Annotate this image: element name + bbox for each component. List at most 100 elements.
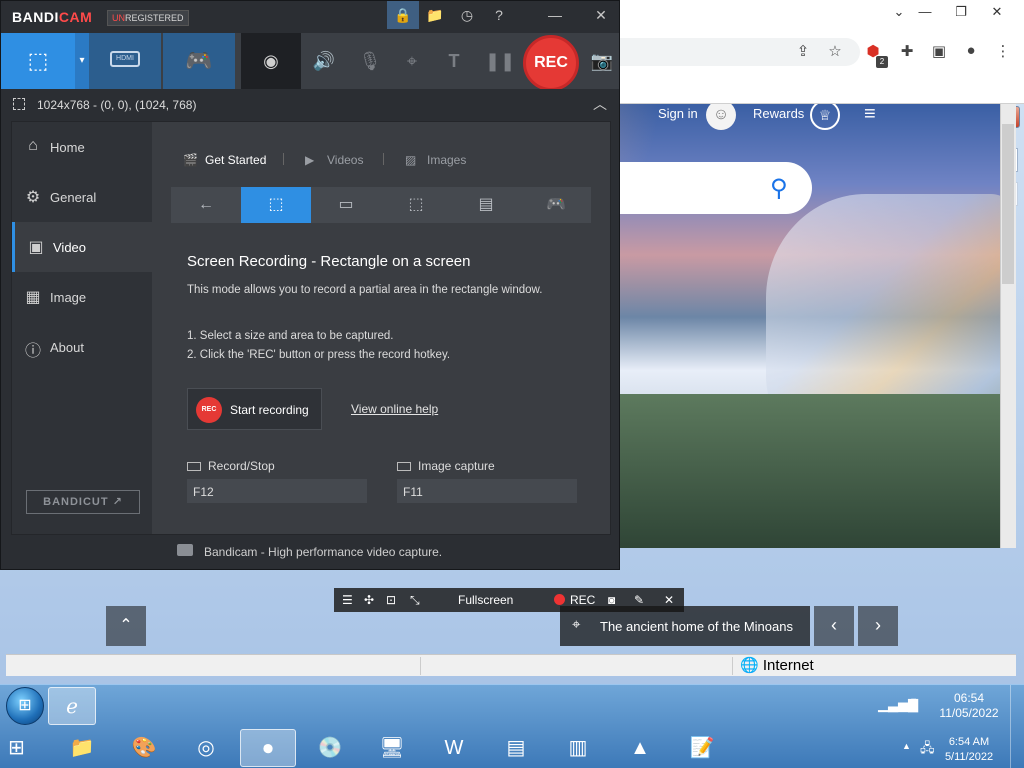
- capture-mode-label[interactable]: Fullscreen: [458, 593, 513, 607]
- rec-button[interactable]: REC: [523, 35, 579, 91]
- sidebar-item-label: Image: [50, 290, 87, 305]
- taskbar-control-panel-button[interactable]: 🖥: [364, 729, 420, 767]
- speaker-toggle[interactable]: 🔊: [307, 33, 341, 89]
- tab-images[interactable]: ▨ Images: [405, 153, 466, 167]
- chrome-close-button[interactable]: ✕: [982, 4, 1012, 20]
- around-mouse-mode-tab[interactable]: ⬚: [381, 187, 451, 223]
- user-avatar-icon[interactable]: ☺: [706, 104, 736, 130]
- image-capture-hotkey-field[interactable]: F11: [397, 479, 577, 503]
- sidebar-item-home[interactable]: ⌂ Home: [12, 122, 152, 172]
- game-mode-tab[interactable]: 🎮: [521, 187, 591, 223]
- close-icon[interactable]: ✕: [664, 593, 674, 607]
- pencil-icon[interactable]: ✎: [634, 593, 644, 607]
- taskbar-chrome-button[interactable]: ◎: [178, 729, 234, 767]
- collapse-chevron-icon[interactable]: ︿: [593, 94, 607, 114]
- device-mode-button[interactable]: HDMI: [89, 33, 161, 89]
- page-scrollbar[interactable]: [1000, 104, 1016, 548]
- text-overlay-toggle[interactable]: T: [439, 33, 469, 89]
- mini-rec-button[interactable]: REC: [570, 593, 595, 607]
- lock-icon[interactable]: 🔒: [387, 1, 419, 29]
- tray-clock-bottom[interactable]: 6:54 AM 5/11/2022: [934, 735, 1004, 765]
- microphone-toggle[interactable]: 🎙: [353, 33, 387, 89]
- bookmark-star-icon[interactable]: ☆: [824, 42, 846, 62]
- taskbar-explorer-button[interactable]: 📁: [54, 729, 110, 767]
- menu-icon[interactable]: ☰: [342, 593, 353, 607]
- record-stop-label: Record/Stop: [187, 459, 275, 473]
- show-desktop-button[interactable]: [1010, 685, 1024, 768]
- hdmi-icon: HDMI: [110, 51, 140, 67]
- previous-image-button[interactable]: ‹: [814, 606, 854, 646]
- taskbar-winrar-button[interactable]: ▥: [550, 729, 606, 767]
- taskbar-notepad-button[interactable]: 📝: [674, 729, 730, 767]
- start-button[interactable]: ⊞: [6, 687, 44, 725]
- back-arrow-button[interactable]: ←: [171, 187, 241, 223]
- folder-icon[interactable]: 📁: [419, 1, 451, 29]
- taskbar-bandicam-button[interactable]: ⏺: [240, 729, 296, 767]
- chrome-restore-button[interactable]: ❐: [946, 4, 976, 20]
- webcam-toggle[interactable]: ◉: [241, 33, 301, 89]
- device-mode-tab[interactable]: ▤: [451, 187, 521, 223]
- network-icon[interactable]: 🖧: [920, 739, 935, 761]
- clapper-icon: 🎬: [183, 153, 198, 167]
- start-recording-button[interactable]: REC Start recording: [187, 388, 322, 430]
- sidebar-item-general[interactable]: ⚙ General: [12, 172, 152, 222]
- close-icon[interactable]: ✕: [585, 1, 617, 29]
- side-panel-icon[interactable]: ▣: [928, 42, 950, 62]
- game-mode-button[interactable]: 🎮: [163, 33, 235, 89]
- mouse-click-toggle[interactable]: ⌖: [395, 33, 429, 89]
- scrollbar-thumb[interactable]: [1002, 124, 1014, 284]
- sign-in-link[interactable]: Sign in: [658, 106, 698, 121]
- scroll-up-button[interactable]: ⌃: [106, 606, 146, 646]
- tray-overflow-icon[interactable]: ▲: [902, 741, 911, 751]
- control-panel-icon: 🖥: [379, 737, 405, 759]
- bing-search-icon[interactable]: ⚲: [770, 174, 788, 203]
- select-window-icon[interactable]: ⊡: [386, 593, 396, 607]
- pause-button[interactable]: ❚❚: [485, 33, 515, 89]
- windows-flag-icon[interactable]: ⊞: [8, 735, 36, 761]
- bandicut-button[interactable]: BANDICUT ↗: [26, 490, 140, 514]
- taskbar-ie-button[interactable]: ℯ: [48, 687, 96, 725]
- rectangle-mode-button[interactable]: ⬚: [1, 33, 75, 89]
- region-select-icon[interactable]: [13, 98, 25, 110]
- rectangle-mode-tab[interactable]: ⬚: [241, 187, 311, 223]
- taskbar-vlc-button[interactable]: ▲: [612, 729, 668, 767]
- image-caption[interactable]: ⌖ The ancient home of the Minoans: [560, 606, 810, 646]
- help-icon[interactable]: ?: [483, 1, 515, 29]
- chrome-minimize-dash[interactable]: —: [910, 4, 940, 19]
- tray-clock-top[interactable]: 06:54 11/05/2022: [934, 691, 1004, 721]
- word-icon: W: [444, 737, 464, 759]
- sidebar-item-video[interactable]: ▣ Video: [12, 222, 152, 272]
- fullscreen-mode-tab[interactable]: ▭: [311, 187, 381, 223]
- chrome-menu-icon[interactable]: ⋮: [992, 42, 1014, 62]
- clock-icon[interactable]: ◷: [451, 1, 483, 29]
- sidebar-item-about[interactable]: ⓘ About: [12, 322, 152, 372]
- chat-bubble-icon: [177, 544, 193, 556]
- hamburger-menu-icon[interactable]: ≡: [864, 104, 876, 124]
- tab-get-started[interactable]: 🎬 Get Started: [183, 153, 266, 167]
- hdmi-icon: ▤: [478, 196, 494, 213]
- caption-text[interactable]: The ancient home of the Minoans: [600, 619, 793, 634]
- taskbar-dvd-button[interactable]: 💿: [302, 729, 358, 767]
- video-settings-icon: ▣: [28, 239, 44, 256]
- minimize-icon[interactable]: —: [539, 1, 571, 29]
- mode-dropdown-button[interactable]: ▾: [75, 33, 89, 89]
- profile-avatar-icon[interactable]: ●: [960, 42, 982, 62]
- rewards-trophy-icon[interactable]: ♕: [810, 104, 840, 130]
- tab-videos[interactable]: ▶ Videos: [305, 153, 363, 167]
- resize-icon[interactable]: ⤡: [410, 593, 420, 608]
- sidebar-item-image[interactable]: ▦ Image: [12, 272, 152, 322]
- unregistered-badge[interactable]: UNREGISTERED: [107, 10, 189, 26]
- taskbar-paint-button[interactable]: 🎨: [116, 729, 172, 767]
- battery-icon[interactable]: ▯: [910, 695, 917, 711]
- screenshot-button[interactable]: 📷: [587, 33, 617, 89]
- record-stop-hotkey-field[interactable]: F12: [187, 479, 367, 503]
- taskbar-powerpoint-button[interactable]: ▤: [488, 729, 544, 767]
- view-online-help-link[interactable]: View online help: [351, 402, 438, 416]
- camera-icon[interactable]: ◙: [608, 593, 615, 607]
- taskbar-word-button[interactable]: W: [426, 729, 482, 767]
- share-icon[interactable]: ⇪: [792, 42, 814, 62]
- next-image-button[interactable]: ›: [858, 606, 898, 646]
- move-icon[interactable]: ✣: [364, 593, 374, 607]
- rewards-link[interactable]: Rewards: [753, 106, 804, 121]
- extensions-puzzle-icon[interactable]: ✚: [896, 42, 918, 62]
